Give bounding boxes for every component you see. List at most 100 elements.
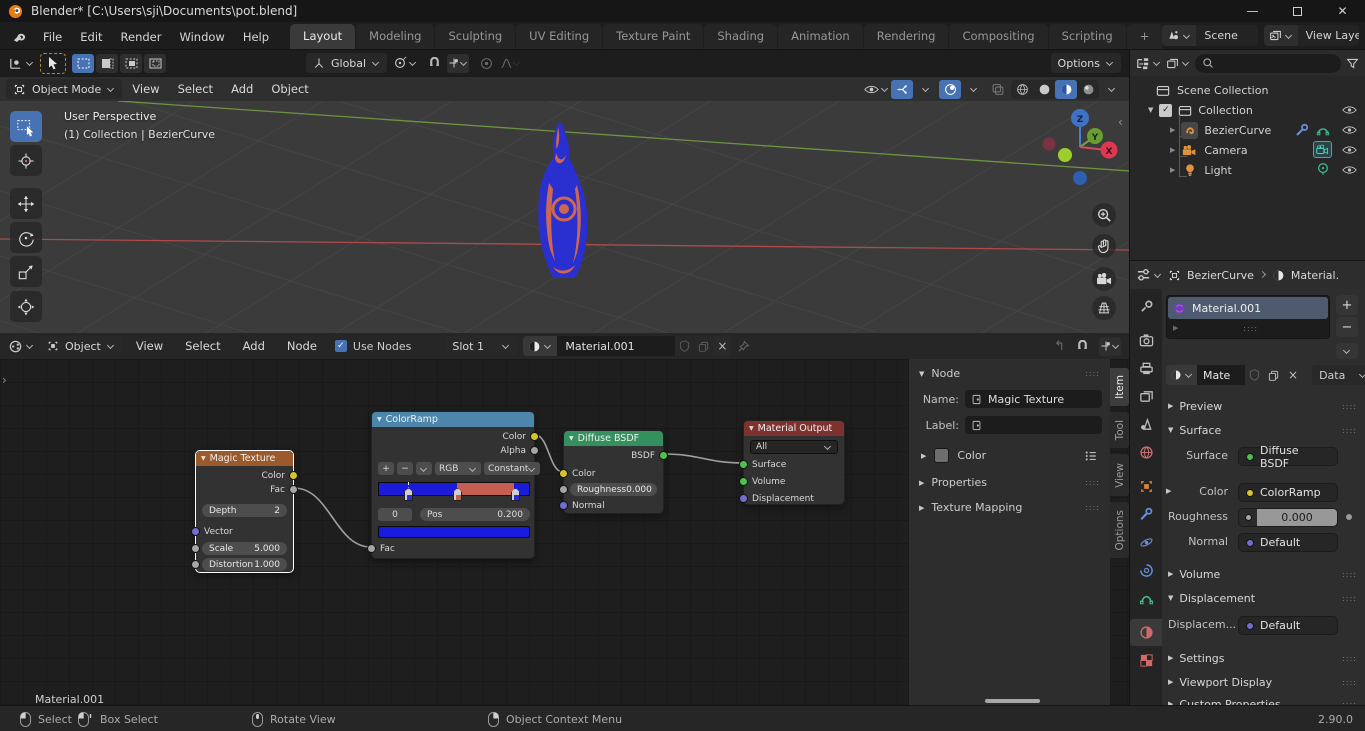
tool-move[interactable] (10, 188, 42, 219)
input-scale-socket[interactable] (191, 544, 200, 553)
shading-dropdown[interactable] (1101, 80, 1123, 99)
viewport-menu-view[interactable]: View (124, 79, 167, 99)
workspace-tab-uv-editing[interactable]: UV Editing (516, 24, 602, 49)
ramp-tools-dropdown[interactable] (416, 462, 432, 475)
outliner-filter-icon[interactable] (1346, 57, 1359, 70)
add-workspace-button[interactable]: + (1127, 24, 1163, 49)
snap-toggle-button[interactable] (423, 54, 445, 73)
snap-target-dropdown[interactable] (447, 54, 469, 73)
input-displacement-socket[interactable] (739, 494, 748, 503)
proportional-falloff-dropdown[interactable] (499, 54, 521, 73)
hide-eye-icon[interactable] (1342, 165, 1357, 175)
viewport-menu-select[interactable]: Select (170, 79, 221, 99)
workspace-tab-layout[interactable]: Layout (290, 24, 355, 49)
tab-render[interactable] (1130, 327, 1162, 354)
select-extend-mode-button[interactable] (96, 54, 118, 73)
proportional-editing-button[interactable] (475, 54, 497, 73)
view-layer-browse-button[interactable] (1264, 25, 1298, 46)
material-slot-selected[interactable]: Material.001 (1168, 297, 1328, 319)
pan-hand-button[interactable] (1092, 234, 1116, 258)
input-distortion-socket[interactable] (191, 560, 200, 569)
workspace-tab-compositing[interactable]: Compositing (949, 24, 1047, 49)
fake-user-shield-icon[interactable] (1245, 365, 1264, 385)
interpolation-dropdown[interactable]: Constant (484, 462, 540, 475)
material-browse-button[interactable] (523, 336, 557, 356)
scale-field[interactable]: Scale5.000 (202, 542, 287, 555)
region-expand-arrow[interactable]: › (2, 373, 7, 387)
light-data-icon[interactable] (1316, 162, 1330, 176)
menu-help[interactable]: Help (234, 25, 278, 49)
tool-cursor[interactable] (10, 145, 42, 176)
pivot-point-dropdown[interactable] (393, 56, 417, 70)
node-panel-header[interactable]: ▼Node (909, 359, 1110, 384)
tab-output[interactable] (1130, 355, 1162, 382)
curve-data-icon[interactable] (1316, 123, 1330, 137)
outliner-search-input[interactable] (1195, 54, 1341, 73)
node-color-row[interactable]: ▶ Color (909, 434, 1110, 463)
hide-eye-icon[interactable] (1342, 125, 1357, 135)
roughness-field[interactable]: Roughness0.000 (570, 483, 657, 496)
color-presets-icon[interactable] (1084, 450, 1098, 462)
shading-wireframe-button[interactable] (1011, 80, 1033, 99)
node-collapse-icon[interactable]: ▼ (201, 455, 206, 462)
input-volume-socket[interactable] (739, 477, 748, 486)
input-fac-socket[interactable] (367, 544, 376, 553)
material-browse-button[interactable] (1166, 365, 1197, 385)
tab-physics[interactable] (1130, 557, 1162, 584)
menu-file[interactable]: File (34, 25, 71, 49)
input-vector-socket[interactable] (191, 527, 200, 536)
tab-object[interactable] (1130, 473, 1162, 500)
output-bsdf-socket[interactable] (659, 451, 668, 460)
workspace-tab-rendering[interactable]: Rendering (864, 24, 949, 49)
slot-specials-dropdown[interactable] (1336, 343, 1358, 359)
outliner-row-beziercurve[interactable]: ▶ BezierCurve (1130, 120, 1365, 140)
tab-texture[interactable] (1130, 647, 1162, 674)
workspace-tab-scripting[interactable]: Scripting (1049, 24, 1126, 49)
node-colorramp[interactable]: ▼ColorRamp Color Alpha + − RGB Constant … (371, 411, 535, 559)
texture-mapping-panel-header[interactable]: ▶Texture Mapping (909, 489, 1110, 514)
outliner-row-light[interactable]: ▶ Light (1130, 160, 1365, 180)
tool-transform[interactable] (10, 291, 42, 322)
collection-checkbox[interactable]: ✓ (1159, 104, 1172, 117)
surface-panel-header[interactable]: ▼Surface (1168, 421, 1365, 439)
output-color-socket[interactable] (289, 471, 298, 480)
data-dropdown[interactable]: Data (1312, 365, 1365, 385)
outliner-display-mode-dropdown[interactable] (1136, 57, 1161, 70)
workspace-tab-texture-paint[interactable]: Texture Paint (603, 24, 703, 49)
tab-view-layer[interactable] (1130, 383, 1162, 410)
tab-tool[interactable] (1130, 293, 1162, 320)
mode-dropdown[interactable]: Object Mode (6, 79, 122, 99)
maximize-button[interactable] (1275, 0, 1320, 22)
outliner-filter-id-dropdown[interactable] (1166, 57, 1190, 70)
sidebar-tab-options[interactable]: Options (1110, 501, 1129, 559)
fake-user-shield-icon[interactable] (675, 336, 694, 356)
workspace-tab-animation[interactable]: Animation (778, 24, 863, 49)
disclosure-triangle[interactable]: ▶ (1170, 146, 1175, 154)
minimize-button[interactable]: — (1230, 0, 1275, 22)
shading-solid-button[interactable] (1033, 80, 1055, 99)
tab-material[interactable] (1130, 619, 1162, 646)
scene-name[interactable]: Scene (1196, 29, 1257, 42)
pin-icon[interactable] (737, 340, 750, 353)
node-magic-texture[interactable]: ▼Magic Texture Color Fac Depth2 Vector S… (195, 450, 294, 573)
output-color-socket[interactable] (530, 432, 539, 441)
roughness-decorator-dot[interactable] (1346, 514, 1352, 520)
output-fac-socket[interactable] (289, 485, 298, 494)
output-alpha-socket[interactable] (530, 446, 539, 455)
workspace-tab-modeling[interactable]: Modeling (356, 24, 434, 49)
menu-edit[interactable]: Edit (71, 25, 111, 49)
editor-type-button[interactable] (8, 56, 34, 71)
tool-scale[interactable] (10, 256, 42, 287)
sidebar-tab-view[interactable]: View (1110, 453, 1129, 497)
transform-orientation-dropdown[interactable]: Global (306, 53, 387, 73)
material-name-field[interactable]: Mate (1197, 365, 1245, 385)
outliner-row-scene-collection[interactable]: Scene Collection (1130, 80, 1365, 100)
go-to-parent-node-tree-button[interactable]: ↰ (1054, 339, 1065, 354)
select-subtract-mode-button[interactable] (120, 54, 142, 73)
material-copy-button[interactable] (694, 336, 713, 356)
outliner-row-collection[interactable]: ▼ ✓ Collection (1130, 100, 1365, 120)
input-normal-socket[interactable] (559, 501, 568, 510)
slot-disclosure[interactable]: ▶ (1173, 324, 1178, 332)
breadcrumb-object[interactable]: BezierCurve (1187, 269, 1254, 282)
scene-browse-button[interactable] (1162, 25, 1196, 46)
